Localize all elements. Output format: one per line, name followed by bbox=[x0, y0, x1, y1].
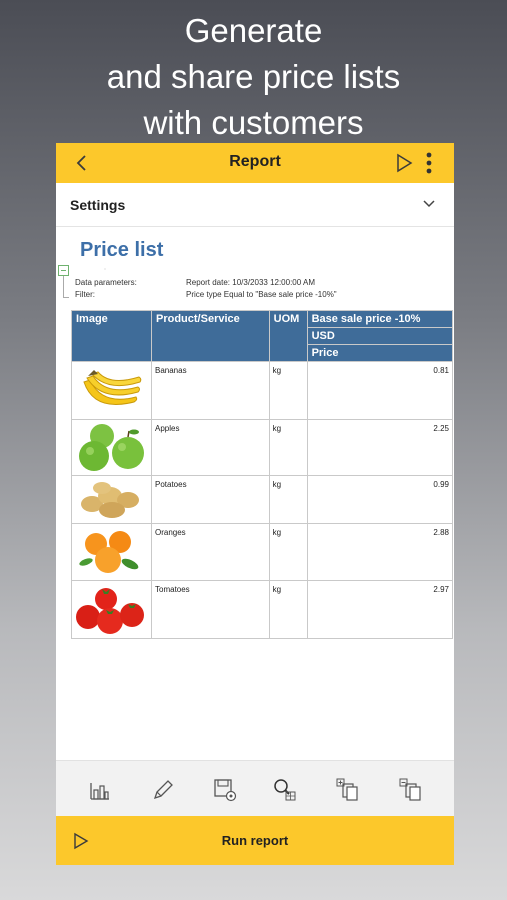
chevron-down-icon[interactable] bbox=[422, 199, 436, 209]
chart-icon[interactable] bbox=[88, 778, 112, 802]
product-name: Bananas bbox=[151, 361, 270, 420]
search-in-table-icon[interactable] bbox=[273, 778, 297, 802]
param-label-filter: Filter: bbox=[75, 290, 95, 299]
param-value-filter: Price type Equal to "Base sale price -10… bbox=[186, 290, 337, 299]
apples-image bbox=[71, 419, 152, 476]
promo-line-3: with customers bbox=[143, 104, 364, 141]
settings-section-header[interactable]: Settings bbox=[56, 183, 454, 227]
uom: kg bbox=[268, 361, 308, 420]
product-name: Tomatoes bbox=[151, 580, 270, 639]
col-header-price: Price bbox=[306, 344, 454, 362]
tree-connector bbox=[63, 276, 69, 298]
save-settings-icon[interactable] bbox=[213, 778, 237, 802]
price: 2.25 bbox=[306, 419, 454, 476]
remove-copy-icon[interactable] bbox=[399, 778, 423, 802]
uom: kg bbox=[268, 419, 308, 476]
promo-line-1: Generate bbox=[184, 12, 323, 49]
tiny-marker: ˈ bbox=[104, 269, 106, 275]
uom: kg bbox=[268, 475, 308, 524]
col-header-currency: USD bbox=[306, 327, 454, 345]
price-list-table: Image Product/Service UOM Base sale pric… bbox=[71, 310, 454, 639]
top-app-bar: Report bbox=[56, 143, 454, 183]
param-label-data: Data parameters: bbox=[75, 278, 137, 287]
col-header-price-type: Base sale price -10% bbox=[306, 310, 454, 328]
report-preview: Price list ˈ Data parameters: Report dat… bbox=[56, 227, 454, 760]
product-name: Apples bbox=[151, 419, 270, 476]
promo-headline: Generate and share price lists with cust… bbox=[0, 8, 507, 146]
price: 0.99 bbox=[306, 475, 454, 524]
col-header-product: Product/Service bbox=[151, 310, 270, 362]
run-report-label: Run report bbox=[221, 833, 289, 848]
table-row[interactable]: Oranges kg 2.88 bbox=[71, 523, 454, 581]
col-header-image: Image bbox=[71, 310, 152, 362]
product-name: Potatoes bbox=[151, 475, 270, 524]
param-value-data: Report date: 10/3/2033 12:00:00 AM bbox=[186, 278, 315, 287]
price: 2.88 bbox=[306, 523, 454, 581]
col-header-uom: UOM bbox=[268, 310, 308, 362]
tomatoes-image bbox=[71, 580, 152, 639]
table-row[interactable]: Bananas kg 0.81 bbox=[71, 361, 454, 420]
pencil-icon[interactable] bbox=[151, 778, 175, 802]
uom: kg bbox=[268, 523, 308, 581]
table-row[interactable]: Potatoes kg 0.99 bbox=[71, 475, 454, 524]
price: 0.81 bbox=[306, 361, 454, 420]
bananas-image bbox=[71, 361, 152, 420]
more-vertical-icon[interactable] bbox=[425, 152, 433, 174]
product-name: Oranges bbox=[151, 523, 270, 581]
add-copy-icon[interactable] bbox=[336, 778, 360, 802]
potatoes-image bbox=[71, 475, 152, 524]
app-screen: Report Settings Price list ˈ Data parame… bbox=[56, 143, 454, 865]
settings-label: Settings bbox=[70, 197, 126, 213]
report-title: Price list bbox=[80, 239, 164, 261]
price: 2.97 bbox=[306, 580, 454, 639]
uom: kg bbox=[268, 580, 308, 639]
promo-line-2: and share price lists bbox=[106, 58, 401, 95]
table-row[interactable]: Apples kg 2.25 bbox=[71, 419, 454, 476]
play-icon[interactable] bbox=[395, 153, 413, 173]
run-report-button[interactable]: Run report bbox=[56, 816, 454, 865]
oranges-image bbox=[71, 523, 152, 581]
bottom-toolbar bbox=[56, 760, 454, 816]
table-header-row: Image Product/Service UOM Base sale pric… bbox=[71, 310, 454, 362]
table-row[interactable]: Tomatoes kg 2.97 bbox=[71, 580, 454, 639]
collapse-toggle[interactable] bbox=[58, 265, 69, 276]
